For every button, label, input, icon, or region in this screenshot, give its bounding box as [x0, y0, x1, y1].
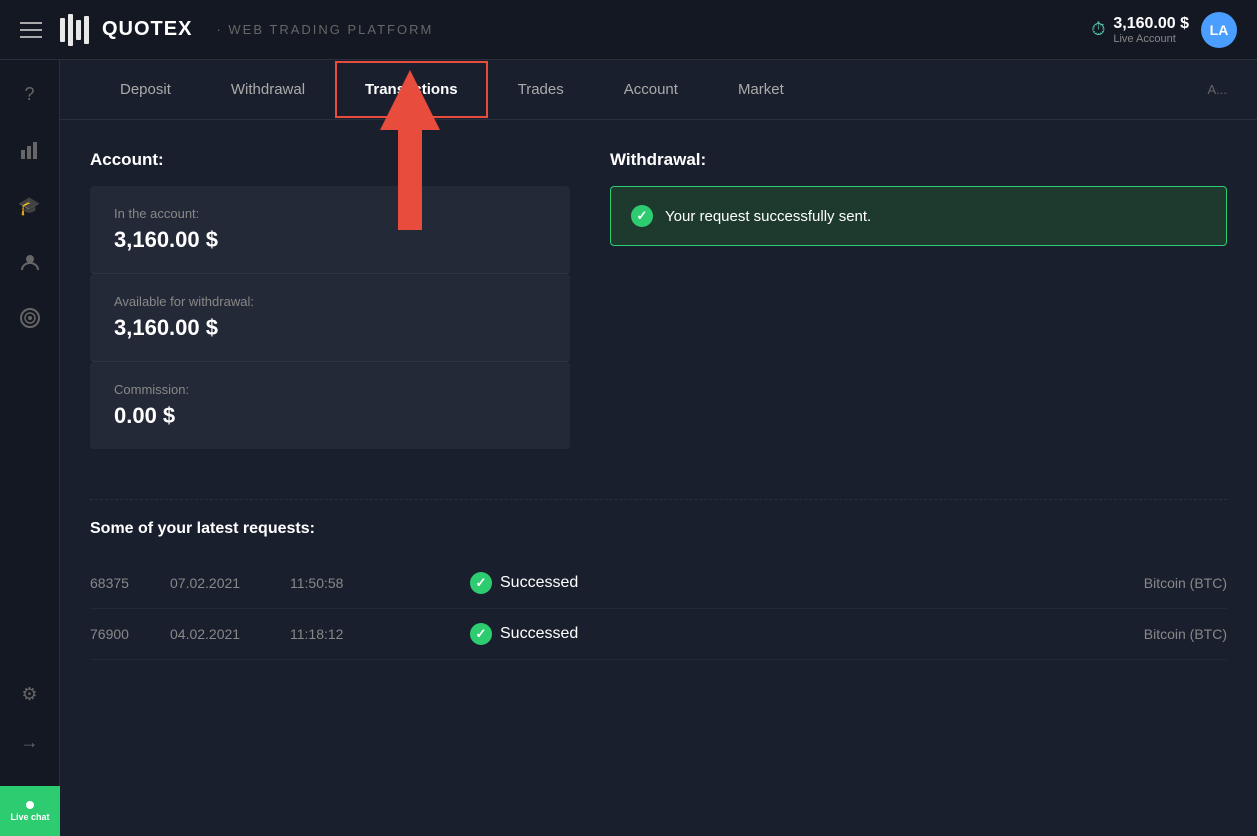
- check-circle-icon: [631, 205, 653, 227]
- balance-amount: 3,160.00 $: [1113, 15, 1189, 33]
- req-status-text-0: Successed: [500, 574, 578, 592]
- logo: QUOTEX: [58, 12, 192, 48]
- tab-account[interactable]: Account: [594, 61, 708, 118]
- user-icon[interactable]: [16, 248, 44, 276]
- help-icon[interactable]: ?: [16, 80, 44, 108]
- latest-requests-section: Some of your latest requests: 68375 07.0…: [60, 520, 1257, 690]
- success-message: Your request successfully sent.: [665, 208, 871, 225]
- balance-info: 3,160.00 $ Live Account: [1113, 15, 1189, 45]
- account-type: Live Account: [1113, 33, 1189, 45]
- in-account-value: 3,160.00 $: [114, 227, 546, 253]
- logo-icon: [58, 12, 94, 48]
- avatar[interactable]: LA: [1201, 12, 1237, 48]
- topbar: QUOTEX · WEB TRADING PLATFORM ⏱ 3,160.00…: [0, 0, 1257, 60]
- balance-area: ⏱ 3,160.00 $ Live Account: [1091, 15, 1189, 45]
- req-id-0: 68375: [90, 575, 150, 591]
- req-status-1: Successed: [470, 623, 1087, 645]
- available-value: 3,160.00 $: [114, 315, 546, 341]
- withdrawal-title: Withdrawal:: [610, 150, 1227, 170]
- tabs-bar: Deposit Withdrawal Transactions Trades A…: [60, 60, 1257, 120]
- topbar-right: ⏱ 3,160.00 $ Live Account LA: [1091, 12, 1237, 48]
- latest-requests-title: Some of your latest requests:: [90, 520, 1227, 538]
- in-account-card: In the account: 3,160.00 $: [90, 186, 570, 274]
- req-currency-1: Bitcoin (BTC): [1107, 626, 1227, 642]
- commission-label: Commission:: [114, 382, 546, 397]
- left-panel: Account: In the account: 3,160.00 $ Avai…: [90, 150, 570, 449]
- in-account-label: In the account:: [114, 206, 546, 221]
- right-panel: Withdrawal: Your request successfully se…: [610, 150, 1227, 449]
- main-content: Deposit Withdrawal Transactions Trades A…: [60, 60, 1257, 836]
- live-chat-button[interactable]: Live chat: [0, 786, 60, 836]
- platform-label: · WEB TRADING PLATFORM: [216, 22, 433, 37]
- chart-icon[interactable]: [16, 136, 44, 164]
- account-panel-title: Account:: [90, 150, 570, 170]
- tab-trades[interactable]: Trades: [488, 61, 594, 118]
- req-time-1: 11:18:12: [290, 626, 370, 642]
- req-date-0: 07.02.2021: [170, 575, 270, 591]
- status-check-icon-0: [470, 572, 492, 594]
- tab-deposit[interactable]: Deposit: [90, 61, 201, 118]
- sidebar: ? 🎓 ⚙ → Live chat: [0, 60, 60, 836]
- live-chat-dot: [26, 801, 34, 809]
- req-currency-0: Bitcoin (BTC): [1107, 575, 1227, 591]
- settings-icon[interactable]: ⚙: [16, 680, 44, 708]
- topbar-left: QUOTEX · WEB TRADING PLATFORM: [20, 12, 433, 48]
- req-time-0: 11:50:58: [290, 575, 370, 591]
- tab-withdrawal[interactable]: Withdrawal: [201, 61, 335, 118]
- request-row-1: 76900 04.02.2021 11:18:12 Successed Bitc…: [90, 609, 1227, 660]
- req-status-0: Successed: [470, 572, 1087, 594]
- available-withdrawal-card: Available for withdrawal: 3,160.00 $: [90, 274, 570, 362]
- tab-transactions[interactable]: Transactions: [335, 61, 488, 118]
- forward-icon[interactable]: →: [16, 728, 44, 756]
- req-status-text-1: Successed: [500, 625, 578, 643]
- available-label: Available for withdrawal:: [114, 294, 546, 309]
- hamburger-menu[interactable]: [20, 22, 42, 38]
- finance-icon[interactable]: [16, 304, 44, 332]
- sidebar-bottom: ⚙ →: [16, 680, 44, 756]
- live-chat-label: Live chat: [10, 812, 49, 822]
- section-separator: [90, 499, 1227, 500]
- status-check-icon-1: [470, 623, 492, 645]
- education-icon[interactable]: 🎓: [16, 192, 44, 220]
- content-area: Account: In the account: 3,160.00 $ Avai…: [60, 120, 1257, 479]
- req-date-1: 04.02.2021: [170, 626, 270, 642]
- commission-card: Commission: 0.00 $: [90, 362, 570, 449]
- success-banner: Your request successfully sent.: [610, 186, 1227, 246]
- tab-market[interactable]: Market: [708, 61, 814, 118]
- tab-extra: A...: [1207, 82, 1227, 97]
- clock-icon: ⏱: [1091, 19, 1105, 40]
- req-id-1: 76900: [90, 626, 150, 642]
- commission-value: 0.00 $: [114, 403, 546, 429]
- request-row: 68375 07.02.2021 11:50:58 Successed Bitc…: [90, 558, 1227, 609]
- logo-text: QUOTEX: [102, 18, 192, 41]
